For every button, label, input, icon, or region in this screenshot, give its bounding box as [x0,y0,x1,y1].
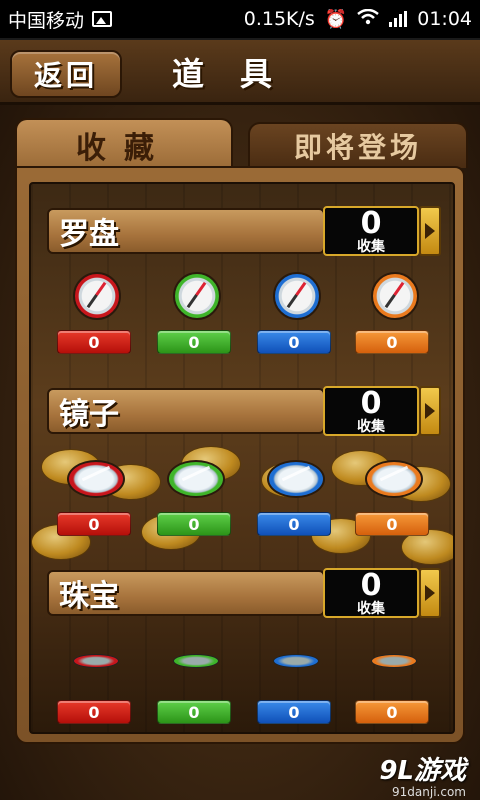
collect-label: 收集 [357,239,385,255]
wifi-icon [357,8,380,30]
section-jewel: 珠宝 0 收集 0 0 0 0 [31,564,453,732]
image-icon [92,11,113,27]
back-button[interactable]: 返回 [10,50,122,98]
item-count: 0 [157,512,231,536]
compass-icon [73,272,121,320]
item-count: 0 [157,700,231,724]
item-compass-blue[interactable]: 0 [257,272,337,362]
item-jewel-orange[interactable]: 0 [355,632,435,724]
item-count: 0 [257,700,331,724]
collect-counter: 0 收集 [323,568,419,618]
watermark: 9L游戏 91danji.com [379,750,466,799]
item-count: 0 [257,330,331,354]
compass-icon [273,272,321,320]
arrow-right-icon[interactable] [419,386,441,436]
item-count: 0 [257,512,331,536]
section-title: 镜子 [47,388,325,434]
panel-content: 罗盘 0 收集 0 0 0 0 镜子 0 收集 0 0 0 0 珠宝 0 收集 … [29,182,455,734]
watermark-logo: 9L游戏 [379,756,466,786]
network-speed: 0.15K/s [243,8,315,30]
item-count: 0 [355,700,429,724]
signal-icon [389,11,408,27]
jewel-icon [371,654,417,668]
item-count: 0 [57,512,131,536]
tab-coming-soon[interactable]: 即将登场 [248,122,468,168]
mirror-icon [365,460,423,498]
status-bar: 中国移动 0.15K/s ⏰ 01:04 [0,0,480,38]
tab-collection[interactable]: 收藏 [15,118,233,170]
jewel-icon [173,654,219,668]
item-count: 0 [157,330,231,354]
item-compass-green[interactable]: 0 [157,272,237,362]
arrow-right-icon[interactable] [419,206,441,256]
item-mirror-blue[interactable]: 0 [257,454,337,544]
compass-icon [371,272,419,320]
jewel-icon [73,654,119,668]
section-title: 罗盘 [47,208,325,254]
section-mirror: 镜子 0 收集 0 0 0 0 [31,382,453,552]
alarm-icon: ⏰ [324,8,348,30]
item-jewel-blue[interactable]: 0 [257,632,337,724]
item-mirror-green[interactable]: 0 [157,454,237,544]
collect-counter: 0 收集 [323,386,419,436]
item-count: 0 [57,330,131,354]
jewel-icon [273,654,319,668]
collection-panel: 罗盘 0 收集 0 0 0 0 镜子 0 收集 0 0 0 0 珠宝 0 收集 … [15,166,465,744]
mirror-icon [67,460,125,498]
page-title: 道具 [171,55,308,93]
mirror-icon [167,460,225,498]
collect-label: 收集 [357,601,385,617]
mirror-icon [267,460,325,498]
item-mirror-orange[interactable]: 0 [355,454,435,544]
collect-label: 收集 [357,419,385,435]
item-compass-red[interactable]: 0 [57,272,137,362]
collect-counter: 0 收集 [323,206,419,256]
item-count: 0 [355,512,429,536]
compass-icon [173,272,221,320]
section-title: 珠宝 [47,570,325,616]
item-jewel-red[interactable]: 0 [57,632,137,724]
item-jewel-green[interactable]: 0 [157,632,237,724]
item-compass-orange[interactable]: 0 [355,272,435,362]
arrow-right-icon[interactable] [419,568,441,618]
item-mirror-red[interactable]: 0 [57,454,137,544]
section-compass: 罗盘 0 收集 0 0 0 0 [31,202,453,372]
item-count: 0 [355,330,429,354]
carrier-label: 中国移动 [8,9,85,32]
item-count: 0 [57,700,131,724]
watermark-url: 91danji.com [392,785,466,799]
clock-time: 01:04 [417,8,472,30]
